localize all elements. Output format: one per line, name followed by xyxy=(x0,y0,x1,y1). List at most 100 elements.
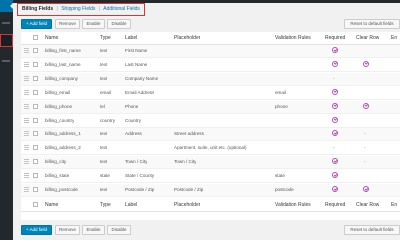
field-label: Company Name xyxy=(125,75,159,81)
field-type: text xyxy=(100,145,108,151)
column-header-required: Required xyxy=(325,35,346,41)
field-validation: postcode xyxy=(275,187,294,192)
row-checkbox[interactable] xyxy=(33,75,38,81)
dash-placeholder: - xyxy=(333,145,335,151)
check-circle-icon xyxy=(363,102,369,109)
table-header-bottom: Name Type Label Placeholder Validation Rules… xyxy=(21,198,400,212)
menu-item[interactable] xyxy=(2,22,10,24)
field-type: text xyxy=(100,187,108,192)
row-checkbox[interactable] xyxy=(33,103,38,109)
row-checkbox[interactable] xyxy=(33,117,38,123)
check-circle-icon xyxy=(332,186,338,192)
row-checkbox[interactable] xyxy=(33,173,38,179)
select-all-checkbox[interactable] xyxy=(33,201,38,207)
column-header-validation: Validation Rules xyxy=(275,35,311,41)
select-all-checkbox[interactable] xyxy=(33,35,38,40)
field-validation: email xyxy=(275,89,286,95)
check-circle-icon xyxy=(332,47,338,53)
table-row: billing_postcode text Postcode / Zip Postco… xyxy=(21,184,400,197)
drag-handle-icon[interactable] xyxy=(24,159,29,165)
column-header-placeholder: Placeholder xyxy=(174,35,201,41)
tab-billing-fields[interactable]: Billing Fields xyxy=(22,6,53,12)
row-checkbox[interactable] xyxy=(33,48,38,53)
check-circle-icon xyxy=(332,116,338,123)
field-name: billing_email xyxy=(45,89,71,95)
field-name: billing_address_2 xyxy=(45,145,81,151)
remove-button[interactable]: Remove xyxy=(55,19,80,29)
field-placeholder: Apartment, suite, unit etc. (optional) xyxy=(174,145,247,151)
field-type: email xyxy=(100,89,111,95)
bottom-toolbar: + Add field Remove Enable Disable Reset … xyxy=(21,225,400,235)
table-row: billing_phone tel Phone phone xyxy=(21,100,400,114)
field-type: tel xyxy=(100,103,105,109)
drag-handle-icon[interactable] xyxy=(24,145,29,151)
column-header-label: Label xyxy=(125,35,138,41)
field-type: text xyxy=(100,159,108,165)
admin-sidebar xyxy=(0,0,13,240)
table-row: billing_state state State / County state xyxy=(21,170,400,184)
field-name: billing_state xyxy=(45,173,70,179)
drag-handle-icon[interactable] xyxy=(24,173,29,179)
section-tabs: Billing Fields | Shipping Fields | Addit… xyxy=(17,3,145,16)
remove-button[interactable]: Remove xyxy=(55,225,80,235)
enable-button[interactable]: Enable xyxy=(82,19,105,29)
menu-item-active[interactable] xyxy=(0,34,13,47)
reset-default-fields-button[interactable]: Reset to default fields xyxy=(344,225,400,235)
dash-placeholder: - xyxy=(364,145,366,151)
field-label: Postcode / Zip xyxy=(125,187,155,192)
table-row: billing_city text Town / City Town / City - xyxy=(21,156,400,170)
field-name: billing_phone xyxy=(45,103,73,109)
field-label: Town / City xyxy=(125,159,148,165)
row-checkbox[interactable] xyxy=(33,187,38,192)
field-type: state xyxy=(100,173,110,179)
check-circle-icon xyxy=(332,158,338,165)
field-label: Country xyxy=(125,117,142,123)
field-name: billing_city xyxy=(45,159,67,165)
top-toolbar: + Add field Remove Enable Disable Reset … xyxy=(21,19,400,29)
disable-button[interactable]: Disable xyxy=(107,225,131,235)
field-validation: phone xyxy=(275,103,288,109)
drag-handle-icon[interactable] xyxy=(24,75,29,82)
add-field-button[interactable]: + Add field xyxy=(21,19,52,29)
menu-item[interactable] xyxy=(2,60,10,62)
check-circle-icon xyxy=(332,172,338,179)
disable-button[interactable]: Disable xyxy=(107,19,131,29)
column-header-required: Required xyxy=(325,201,346,208)
check-circle-icon xyxy=(332,102,338,109)
drag-handle-icon[interactable] xyxy=(24,187,29,193)
field-type: text xyxy=(100,75,108,81)
drag-handle-icon[interactable] xyxy=(24,103,29,110)
field-validation: state xyxy=(275,173,285,179)
row-checkbox[interactable] xyxy=(33,131,38,137)
column-header-enabled: En xyxy=(391,201,398,208)
field-type: text xyxy=(100,61,108,67)
field-label: Last Name xyxy=(125,61,148,67)
field-placeholder: Street address xyxy=(174,131,204,137)
dash-placeholder: - xyxy=(333,75,335,81)
column-header-enabled: En xyxy=(391,35,398,41)
add-field-button[interactable]: + Add field xyxy=(21,225,52,235)
row-checkbox[interactable] xyxy=(33,89,38,95)
field-type: country xyxy=(100,117,116,123)
check-circle-icon xyxy=(332,88,338,95)
field-label: Address xyxy=(125,131,142,137)
tab-additional-fields[interactable]: Additional Fields xyxy=(103,6,140,12)
field-name: billing_company xyxy=(45,75,78,81)
reset-default-fields-button[interactable]: Reset to default fields xyxy=(344,19,400,29)
field-type: text xyxy=(100,48,108,53)
drag-handle-icon[interactable] xyxy=(24,131,29,137)
field-label: Email Address xyxy=(125,89,155,95)
row-checkbox[interactable] xyxy=(33,159,38,165)
drag-handle-icon[interactable] xyxy=(24,117,29,124)
drag-handle-icon[interactable] xyxy=(24,89,29,96)
row-checkbox[interactable] xyxy=(33,145,38,151)
tab-shipping-fields[interactable]: Shipping Fields xyxy=(61,6,95,12)
field-name: billing_first_name xyxy=(45,48,81,53)
row-checkbox[interactable] xyxy=(33,61,38,67)
enable-button[interactable]: Enable xyxy=(82,225,105,235)
drag-handle-icon[interactable] xyxy=(24,61,29,68)
drag-handle-icon[interactable] xyxy=(24,48,29,54)
tab-separator: | xyxy=(98,6,101,12)
menu-current-indicator xyxy=(0,0,13,12)
column-header-clear-row: Clear Row xyxy=(356,35,380,41)
